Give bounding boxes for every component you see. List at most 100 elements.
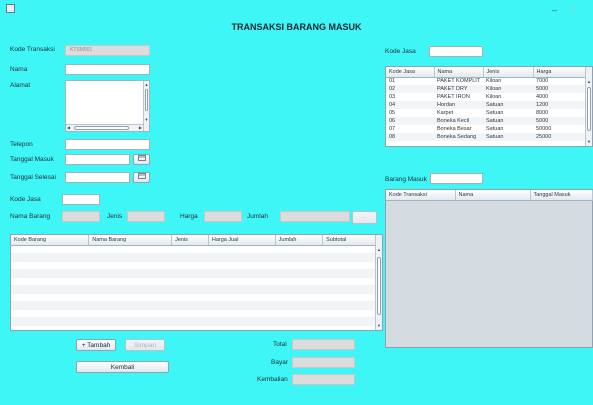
bayar-label: Bayar [271,359,288,366]
table-cell: 01 [389,78,396,85]
tanggal-selesai-field[interactable] [65,172,130,183]
nama-barang-label: Nama Barang [10,213,51,220]
table-row[interactable]: 05 Karpet Satuan 8000 [386,109,586,117]
table-row[interactable]: 01 PAKET KOMPLIT Kiloan 7000 [386,77,586,85]
jasa-column-header[interactable]: Jenis [483,67,534,78]
table-row[interactable]: 03 PAKET IRON Kiloan 4000 [386,93,586,101]
table-row[interactable]: 07 Boneka Besar Satuan 50000 [386,125,586,133]
detail-column-header[interactable]: Nama Barang [88,235,173,246]
table-cell: 08 [386,133,434,141]
detail-column-header[interactable]: Jumlah [275,235,324,246]
detail-vertical-scrollbar[interactable]: ▲ ▼ [375,235,382,330]
table-cell: Kiloan [483,85,533,93]
barang-masuk-column-header[interactable]: Kode Transaksi [386,190,456,201]
scroll-thumb[interactable] [587,87,591,131]
table-row[interactable]: 02 PAKET DRY Kiloan 5000 [386,85,586,93]
kode-transaksi-field: KTSM001 [65,45,150,56]
horizontal-scroll-thumb[interactable] [74,126,129,130]
scroll-down-icon: ▼ [144,117,149,122]
jasa-column-header[interactable]: Kode Jasa [386,67,435,78]
telepon-field[interactable] [65,139,150,150]
table-cell: PAKET KOMPLIT [437,78,481,85]
table-row[interactable] [11,285,382,294]
harga-field [204,211,242,222]
table-cell: 02 [386,85,434,93]
kembali-button[interactable]: Kembali [76,361,169,373]
table-row[interactable] [11,262,382,270]
nama-field[interactable] [65,64,150,75]
table-cell: Boneka Besar [437,126,472,132]
total-field [292,339,355,350]
table-cell: 4000 [536,94,549,100]
page-title: TRANSAKSI BARANG MASUK [231,22,362,32]
table-row[interactable] [11,294,382,302]
dash-button[interactable]: - [352,211,377,224]
detail-column-header[interactable]: Jenis [171,235,209,246]
table-cell: 05 [389,110,396,116]
tanggal-masuk-calendar-button[interactable] [133,154,150,165]
nama-barang-field [62,211,100,222]
app-icon [6,4,15,13]
barang-masuk-search-field[interactable] [430,173,483,184]
table-row[interactable] [11,253,382,262]
table-cell: 25000 [533,133,586,141]
table-row[interactable] [11,317,382,326]
table-row[interactable]: 06 Boneka Kecil Satuan 5000 [386,117,586,125]
table-row[interactable] [11,310,382,318]
table-cell: Satuan [483,117,533,125]
jasa-kode-search-field[interactable] [429,46,483,57]
jasa-column-header[interactable]: Nama [434,67,484,78]
table-cell: Satuan [486,126,504,132]
detail-column-header[interactable]: Harga Jual [208,235,276,246]
scroll-up-icon: ▲ [144,82,149,87]
barang-masuk-column-header[interactable]: Nama [455,190,531,201]
barang-masuk-table[interactable]: Kode Transaksi Nama Tanggal Masuk [385,189,593,348]
kembalian-field [292,374,355,385]
table-row[interactable]: 08 Boneka Sedang Satuan 25000 [386,133,586,141]
detail-column-header[interactable]: Subtotal [322,235,376,246]
table-cell: Boneka Sedang [434,133,483,141]
table-cell: 04 [386,101,434,109]
scroll-down-icon: ▼ [587,139,591,144]
tanggal-masuk-field[interactable] [65,154,130,165]
kode-jasa-label: Kode Jasa [10,196,41,203]
table-cell: 8000 [536,110,549,116]
jasa-vertical-scrollbar[interactable]: ▲ ▼ [585,67,592,146]
table-row[interactable] [11,269,382,278]
jumlah-field [280,211,350,222]
detail-column-header[interactable]: Kode Barang [11,235,90,246]
tanggal-selesai-calendar-button[interactable] [133,172,150,183]
barang-masuk-label: Barang Masuk [385,176,427,183]
alamat-horizontal-scrollbar[interactable]: ◀ ▶ [66,124,143,131]
table-row[interactable] [11,301,382,310]
scroll-thumb[interactable] [145,89,148,111]
table-cell: Hordan [434,101,483,109]
jasa-table[interactable]: Kode Jasa Nama Jenis Harga 01 PAKET KOMPLIT K… [385,66,593,147]
kembalian-label: Kembalian [257,376,288,383]
total-label: Total [273,341,287,348]
table-row[interactable] [11,278,382,286]
alamat-textarea[interactable]: ▲ ▼ ◀ ▶ [65,80,150,132]
alamat-vertical-scrollbar[interactable]: ▲ ▼ [143,81,149,131]
tambah-button[interactable]: + Tambah [76,339,116,351]
scroll-thumb[interactable] [377,257,381,315]
table-cell: 5000 [533,117,586,125]
kode-jasa-field[interactable] [62,194,100,205]
table-cell: PAKET DRY [434,85,483,93]
barang-masuk-column-header[interactable]: Tanggal Masuk [530,190,593,201]
detail-barang-table[interactable]: Kode Barang Nama Barang Jenis Harga Jual Jum… [10,234,383,331]
alamat-label: Alamat [10,82,31,89]
jasa-column-header[interactable]: Harga [533,67,587,78]
scroll-up-icon: ▲ [587,79,591,84]
table-cell: Kiloan [486,78,502,85]
jenis-field [127,211,165,222]
table-cell: PAKET IRON [437,94,470,100]
table-cell: 7000 [536,78,549,85]
table-row[interactable] [11,246,382,254]
table-cell: Boneka Kecil [434,117,483,125]
minimize-button[interactable]: – [552,5,557,15]
table-row[interactable]: 04 Hordan Satuan 1200 [386,101,586,109]
scroll-down-icon: ▼ [377,323,381,328]
maximize-button[interactable]: □ [570,5,575,15]
simpan-button[interactable]: Simpan [125,339,165,351]
